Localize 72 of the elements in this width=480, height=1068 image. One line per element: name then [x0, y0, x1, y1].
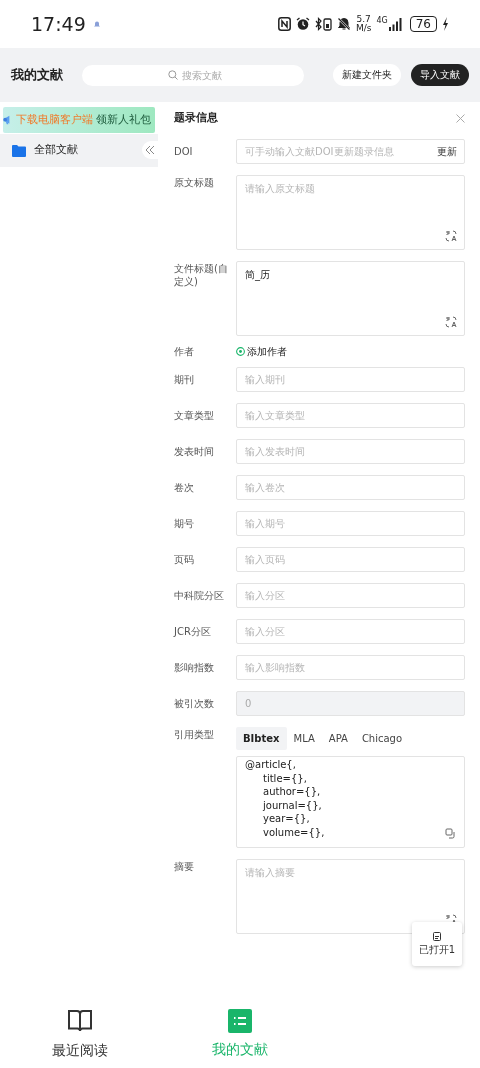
translate-icon[interactable] [445, 316, 457, 328]
alarm-icon [295, 17, 310, 31]
code-line: journal={}, [262, 798, 322, 812]
list-icon [228, 1008, 252, 1033]
panel-title: 题录信息 [174, 110, 218, 126]
translate-icon[interactable] [445, 230, 457, 242]
field-label: 摘要 [174, 860, 195, 873]
field-label: 中科院分区 [174, 589, 225, 602]
bell-muted-icon [336, 17, 351, 31]
text-area[interactable]: 请输入原文标题 [236, 175, 465, 250]
field-label: 期号 [174, 517, 195, 530]
nfc-icon [277, 17, 291, 31]
double-chevron-left-icon [145, 145, 155, 155]
code-line: @article{, [245, 758, 296, 772]
folder-item[interactable]: 全部文献 [0, 134, 158, 167]
code-line: volume={}, [262, 825, 325, 839]
code-line: title={}, [262, 771, 307, 785]
field-label: 影响指数 [174, 661, 215, 674]
citation-tab[interactable]: Chicago [354, 727, 410, 750]
battery-indicator: 76 [409, 16, 437, 32]
input-field[interactable]: 输入期号 [236, 511, 465, 536]
citation-tab[interactable]: BIbtex [236, 727, 287, 750]
field-label: JCR分区 [174, 625, 212, 638]
new-folder-button[interactable]: 新建文件夹 [333, 64, 401, 86]
field-label: 发表时间 [174, 445, 215, 458]
field-label: 页码 [174, 553, 195, 566]
field-label: 卷次 [174, 481, 195, 494]
field-label: 原文标题 [174, 176, 215, 189]
charging-icon [442, 17, 449, 31]
code-line: author={}, [262, 785, 321, 799]
text-area[interactable]: 简_历 [236, 261, 465, 336]
net-speed-unit: M/s [355, 24, 372, 33]
document-icon [433, 932, 441, 941]
input-field[interactable]: 输入发表时间 [236, 439, 465, 464]
notification-icon [93, 20, 100, 28]
input-field[interactable]: 输入分区 [236, 619, 465, 644]
text-area[interactable]: 请输入摘要 [236, 859, 465, 934]
field-label: DOI [174, 145, 194, 158]
field-label: 被引次数 [174, 697, 215, 710]
search-icon [167, 70, 178, 80]
add-author-button[interactable]: 添加作者 [236, 344, 287, 359]
page-title: 我的文献 [11, 66, 64, 85]
folder-icon [12, 144, 26, 157]
search-field[interactable]: 搜索文献 [81, 64, 304, 86]
input-field[interactable]: 输入页码 [236, 547, 465, 572]
promo-banner[interactable]: 下载电脑客户端 领新人礼包 [3, 107, 155, 133]
book-icon [67, 1007, 93, 1034]
field-label: 期刊 [174, 373, 195, 386]
update-button[interactable]: 更新 [437, 145, 457, 158]
net-speed-value: 5.7 [356, 15, 371, 24]
field-label: 文章类型 [174, 409, 215, 422]
citation-tab[interactable]: APA [321, 727, 355, 750]
network-type: 4G [376, 17, 388, 25]
add-circle-icon [236, 347, 245, 356]
nav-tab[interactable]: 最近阅读 [0, 1000, 160, 1068]
input-field[interactable]: 输入影响指数 [236, 655, 465, 680]
citation-tab[interactable]: MLA [286, 727, 322, 750]
code-line: year={}, [262, 812, 310, 826]
status-time: 17:49 [31, 11, 86, 37]
import-button[interactable]: 导入文献 [411, 64, 469, 86]
copy-icon[interactable] [445, 828, 456, 839]
bluetooth-battery-icon [314, 17, 332, 31]
input-field[interactable]: 输入文章类型 [236, 403, 465, 428]
field-label: 引用类型 [174, 728, 215, 741]
input-field[interactable]: 输入期刊 [236, 367, 465, 392]
opened-files-button[interactable]: 已打开1 [412, 922, 462, 966]
field-label: 作者 [174, 345, 195, 358]
field-label: 文件标题(自定义) [174, 262, 229, 288]
input-field[interactable]: 输入卷次 [236, 475, 465, 500]
signal-icon [388, 17, 402, 31]
input-field[interactable]: 输入分区 [236, 583, 465, 608]
promo-text: 下载电脑客户端 领新人礼包 [15, 112, 151, 128]
